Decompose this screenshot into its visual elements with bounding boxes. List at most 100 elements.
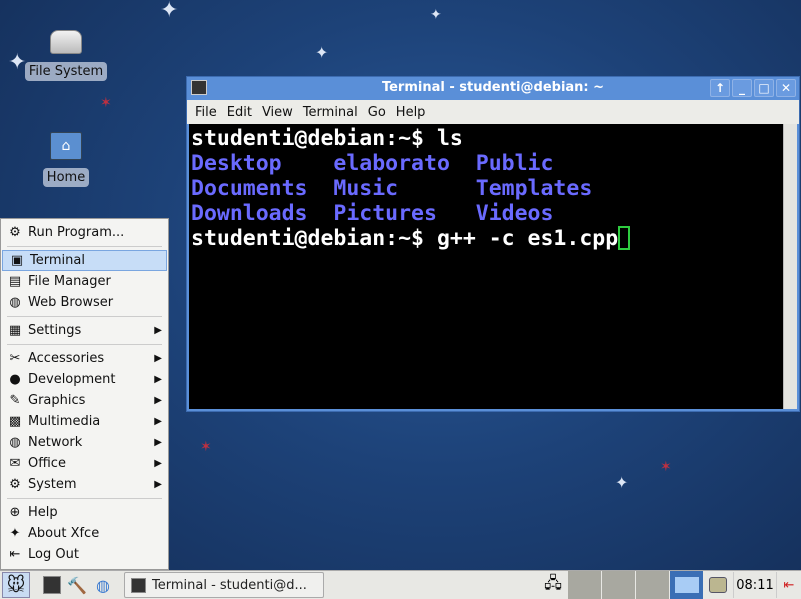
terminal-launcher[interactable]: [40, 572, 64, 598]
menu-item-network[interactable]: ◍ Network ▶: [1, 432, 168, 453]
maximize-button[interactable]: □: [754, 79, 774, 97]
menu-terminal[interactable]: Terminal: [303, 105, 358, 120]
menu-item-label: Development: [28, 372, 116, 387]
submenu-arrow-icon: ▶: [154, 353, 162, 364]
workspace-4[interactable]: [670, 571, 703, 599]
menu-go[interactable]: Go: [368, 105, 386, 120]
menu-bar: File Edit View Terminal Go Help: [187, 100, 799, 124]
menu-item-label: Network: [28, 435, 83, 450]
menu-item-label: Log Out: [28, 547, 79, 562]
menu-item-label: Accessories: [28, 351, 105, 366]
applications-menu: ⚙ Run Program... ▣ Terminal ▤ File Manager ◍ We…: [0, 218, 169, 570]
menu-view[interactable]: View: [262, 105, 293, 120]
menu-item-label: Office: [28, 456, 66, 471]
terminal-window: Terminal - studenti@debian: ~ ↑ _ □ ✕ Fi…: [186, 76, 800, 412]
shade-button[interactable]: ↑: [710, 79, 730, 97]
scrollbar[interactable]: [783, 124, 797, 409]
gear-icon: ⚙: [9, 476, 21, 492]
star: ✦: [315, 43, 329, 62]
terminal-icon: ▣: [10, 252, 24, 268]
menu-item-help[interactable]: ⊕ Help: [1, 502, 168, 523]
menu-item-multimedia[interactable]: ▩ Multimedia ▶: [1, 411, 168, 432]
minimize-button[interactable]: _: [732, 79, 752, 97]
desktop-icon-home[interactable]: ⌂ Home: [21, 132, 111, 187]
panel: 🐭 🔨 ◍ Terminal - studenti@d... 🖧 08:11 ⇤: [0, 570, 801, 599]
menu-separator: [7, 498, 162, 499]
drive-icon: [50, 30, 82, 54]
submenu-arrow-icon: ▶: [154, 416, 162, 427]
menu-item-log-out[interactable]: ⇤ Log Out: [1, 544, 168, 565]
star-icon: ✦: [9, 525, 21, 541]
menu-item-office[interactable]: ✉ Office ▶: [1, 453, 168, 474]
submenu-arrow-icon: ▶: [154, 458, 162, 469]
menu-separator: [7, 246, 162, 247]
menu-item-label: Run Program...: [28, 225, 125, 240]
logout-icon[interactable]: ⇤: [777, 572, 801, 598]
star: ✦: [160, 0, 179, 23]
menu-item-accessories[interactable]: ✂ Accessories ▶: [1, 348, 168, 369]
submenu-arrow-icon: ▶: [154, 395, 162, 406]
terminal-screen[interactable]: studenti@debian:~$ ls Desktop elaborato …: [189, 124, 783, 409]
menu-file[interactable]: File: [195, 105, 217, 120]
globe-icon: ◍: [9, 434, 21, 450]
clapper-icon: ▩: [8, 413, 22, 429]
menu-item-system[interactable]: ⚙ System ▶: [1, 474, 168, 495]
menu-item-label: Graphics: [28, 393, 86, 408]
settings-icon: ▦: [8, 322, 22, 338]
help-icon: ⊕: [9, 504, 21, 520]
workspace-1[interactable]: [568, 571, 601, 599]
taskbar-item-terminal[interactable]: Terminal - studenti@d...: [124, 572, 324, 598]
brush-icon: ✎: [9, 392, 21, 408]
window-title: Terminal - studenti@debian: ~: [381, 80, 605, 95]
globe-icon: ◍: [9, 294, 21, 310]
desktop-icon-file-system[interactable]: File System: [21, 30, 111, 81]
submenu-arrow-icon: ▶: [154, 437, 162, 448]
star: ✦: [615, 473, 629, 492]
browser-launcher[interactable]: ◍: [90, 572, 116, 598]
menu-item-development[interactable]: ● Development ▶: [1, 369, 168, 390]
home-folder-icon: ⌂: [50, 132, 82, 160]
file-manager-icon: ▤: [8, 273, 22, 289]
menu-item-label: Multimedia: [28, 414, 101, 429]
menu-item-label: Web Browser: [28, 295, 114, 310]
menu-help[interactable]: Help: [396, 105, 426, 120]
office-icon: ✉: [9, 455, 21, 471]
menu-item-run-program[interactable]: ⚙ Run Program...: [1, 222, 168, 243]
menu-separator: [7, 316, 162, 317]
submenu-arrow-icon: ▶: [154, 374, 162, 385]
run-icon: ⚙: [9, 224, 21, 240]
menu-item-label: About Xfce: [28, 526, 100, 541]
menu-item-label: System: [28, 477, 77, 492]
menu-item-about-xfce[interactable]: ✦ About Xfce: [1, 523, 168, 544]
hammer-launcher[interactable]: 🔨: [64, 572, 90, 598]
submenu-arrow-icon: ▶: [154, 325, 162, 336]
menu-item-terminal[interactable]: ▣ Terminal: [2, 250, 167, 271]
title-bar[interactable]: Terminal - studenti@debian: ~ ↑ _ □ ✕: [187, 77, 799, 100]
terminal-line: studenti@debian:~$ g++ -c es1.cpp: [191, 226, 619, 251]
terminal-line: studenti@debian:~$ ls: [191, 126, 463, 151]
terminal-icon[interactable]: [191, 80, 207, 95]
star: ✦: [430, 7, 442, 23]
workspace-3[interactable]: [636, 571, 669, 599]
ls-output: Desktop elaborato Public Documents Music…: [191, 151, 593, 226]
xfce-menu-button[interactable]: 🐭: [2, 572, 30, 598]
menu-item-file-manager[interactable]: ▤ File Manager: [1, 271, 168, 292]
logout-icon: ⇤: [9, 546, 21, 562]
menu-item-web-browser[interactable]: ◍ Web Browser: [1, 292, 168, 313]
menu-item-graphics[interactable]: ✎ Graphics ▶: [1, 390, 168, 411]
hardhat-icon: ●: [9, 371, 21, 387]
star: ✶: [660, 459, 672, 475]
network-icon[interactable]: 🖧: [539, 572, 567, 598]
star: ✶: [100, 95, 112, 111]
terminal-icon: [131, 577, 146, 593]
close-button[interactable]: ✕: [776, 79, 796, 97]
menu-item-label: Settings: [28, 323, 82, 338]
cursor: [618, 226, 631, 250]
menu-item-label: File Manager: [28, 274, 111, 289]
clock[interactable]: 08:11: [733, 572, 777, 598]
star: ✶: [200, 439, 212, 455]
menu-edit[interactable]: Edit: [227, 105, 252, 120]
menu-item-settings[interactable]: ▦ Settings ▶: [1, 320, 168, 341]
workspace-2[interactable]: [602, 571, 635, 599]
show-desktop-icon[interactable]: [703, 572, 733, 598]
